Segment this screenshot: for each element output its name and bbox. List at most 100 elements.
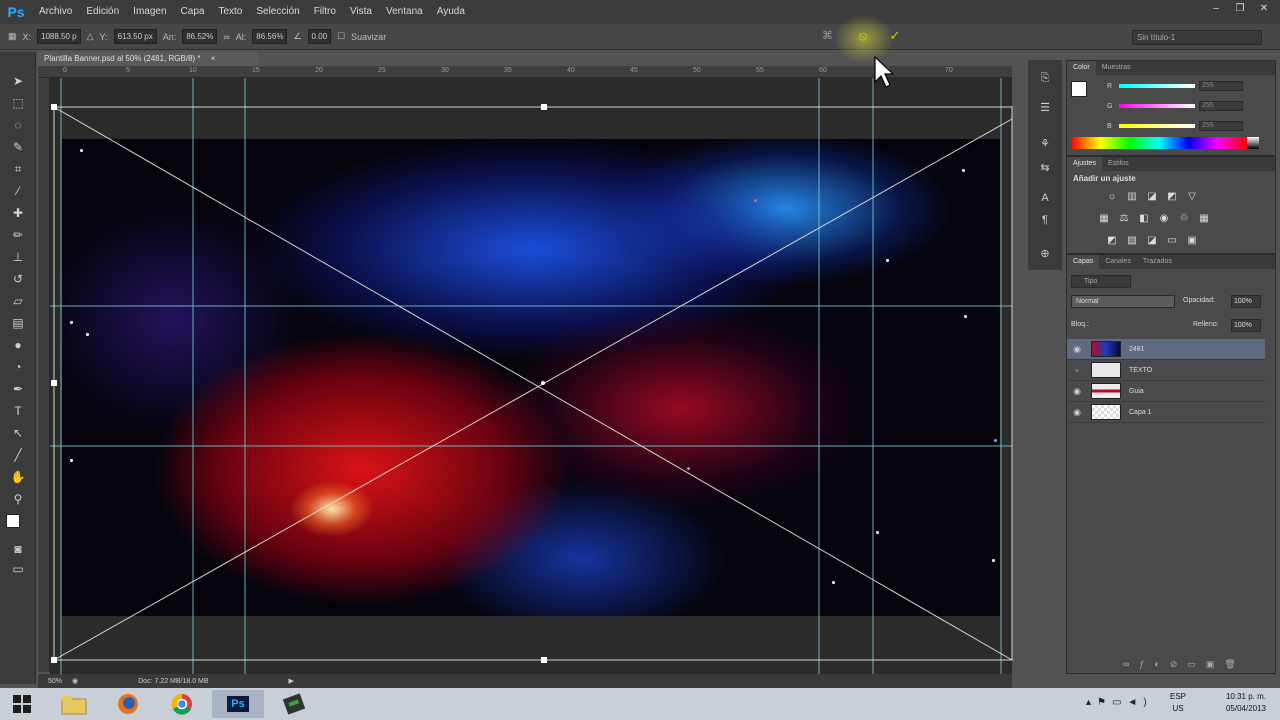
r-slider[interactable] [1119, 84, 1195, 88]
paragraph-icon[interactable]: ¶ [1037, 212, 1053, 228]
vertical-ruler[interactable] [38, 78, 50, 672]
exposure-icon[interactable]: ◩ [1165, 191, 1179, 203]
tab-swatches[interactable]: Muestras [1096, 61, 1137, 75]
tab-channels[interactable]: Canales [1099, 255, 1137, 269]
reference-point-icon[interactable]: ▦ [8, 31, 17, 42]
layer-row-capa-1[interactable]: ◉ Capa 1 [1067, 402, 1265, 423]
chrome-icon[interactable] [156, 690, 208, 718]
move-tool-icon[interactable]: ➤ [8, 72, 28, 90]
hand-tool-icon[interactable]: ✋ [8, 468, 28, 486]
visibility-eye-icon[interactable]: ◉ [1067, 344, 1087, 355]
tab-styles[interactable]: Estilos [1102, 157, 1135, 171]
info-icon[interactable]: ⊕ [1037, 246, 1053, 262]
posterize-icon[interactable]: ▨ [1125, 235, 1139, 247]
minimize-button[interactable]: – [1206, 2, 1226, 16]
layer-row-guia[interactable]: ◉ Guia [1067, 381, 1265, 402]
width-field[interactable]: 86.52% [182, 29, 218, 44]
tool-presets-icon[interactable]: ⇆ [1037, 160, 1053, 176]
foreground-color-swatch[interactable] [6, 514, 20, 528]
close-document-icon[interactable]: × [211, 54, 216, 63]
status-menu-arrow-icon[interactable]: ▶ [289, 677, 294, 685]
quick-select-tool-icon[interactable]: ✎ [8, 138, 28, 156]
layer-row-texto[interactable]: ▫ TEXTO [1067, 360, 1265, 381]
workspace-select[interactable]: Sin título-1 [1132, 30, 1262, 45]
lasso-tool-icon[interactable]: ◌ [8, 116, 28, 134]
menu-archivo[interactable]: Archivo [32, 0, 79, 24]
quick-mask-icon[interactable]: ◙ [8, 540, 28, 558]
zoom-level[interactable]: 50% [48, 678, 62, 685]
x-field[interactable]: 1088.50 p [37, 29, 81, 44]
brush-presets-icon[interactable]: ⚘ [1037, 136, 1053, 152]
b-slider[interactable] [1119, 124, 1195, 128]
tab-adjustments[interactable]: Ajustes [1067, 157, 1102, 171]
g-field[interactable]: 255 [1199, 101, 1243, 111]
channel-mixer-icon[interactable]: ♲ [1177, 213, 1191, 225]
fill-field[interactable]: 100% [1231, 319, 1261, 332]
shape-tool-icon[interactable]: ╱ [8, 446, 28, 464]
properties-icon[interactable]: ☰ [1037, 100, 1053, 116]
other-app-icon[interactable] [268, 690, 320, 718]
crop-tool-icon[interactable]: ⌗ [8, 160, 28, 178]
eraser-tool-icon[interactable]: ▱ [8, 292, 28, 310]
bw-ramp[interactable] [1247, 137, 1259, 149]
path-select-tool-icon[interactable]: ↖ [8, 424, 28, 442]
brush-tool-icon[interactable]: ✏ [8, 226, 28, 244]
menu-vista[interactable]: Vista [343, 0, 379, 24]
status-icon[interactable]: ◉ [72, 677, 78, 685]
file-explorer-icon[interactable] [48, 690, 100, 718]
close-window-button[interactable]: ✕ [1254, 2, 1274, 16]
stamp-tool-icon[interactable]: ⊥ [8, 248, 28, 266]
history-brush-tool-icon[interactable]: ↺ [8, 270, 28, 288]
character-icon[interactable]: A [1037, 190, 1053, 206]
menu-ayuda[interactable]: Ayuda [430, 0, 472, 24]
type-tool-icon[interactable]: T [8, 402, 28, 420]
vibrance-icon[interactable]: ▽ [1185, 191, 1199, 203]
visibility-eye-icon[interactable]: ◉ [1067, 386, 1087, 397]
threshold-icon[interactable]: ◪ [1145, 235, 1159, 247]
cancel-transform-button[interactable]: ⦸ [852, 28, 874, 46]
r-field[interactable]: 255 [1199, 81, 1243, 91]
link-icon[interactable]: △ [87, 31, 94, 42]
clock[interactable]: 10:31 p. m. 05/04/2013 [1226, 691, 1266, 715]
chain-icon[interactable]: ∞ [223, 32, 229, 42]
document-tab[interactable]: Plantilla Banner.psd al 50% (2481, RGB/8… [38, 52, 258, 66]
healing-tool-icon[interactable]: ✚ [8, 204, 28, 222]
levels-icon[interactable]: ▥ [1125, 191, 1139, 203]
doc-size[interactable]: Doc: 7.22 MB/18.0 MB [138, 678, 208, 685]
visibility-eye-icon[interactable]: ▫ [1067, 365, 1087, 375]
blur-tool-icon[interactable]: ● [8, 336, 28, 354]
angle-field[interactable]: 0.00 [307, 29, 332, 44]
gradient-map-icon[interactable]: ▭ [1165, 235, 1179, 247]
restore-button[interactable]: ❐ [1230, 2, 1250, 16]
b-field[interactable]: 255 [1199, 121, 1243, 131]
screen-mode-icon[interactable]: ▭ [8, 560, 28, 578]
panel-foreground-swatch[interactable] [1071, 81, 1087, 97]
g-slider[interactable] [1119, 104, 1195, 108]
commit-transform-button[interactable]: ✓ [884, 28, 906, 46]
hue-saturation-icon[interactable]: ▦ [1097, 213, 1111, 225]
layers-footer-icons[interactable]: ∞ƒ◐⊘▭▣🗑 [1123, 659, 1246, 670]
zoom-tool-icon[interactable]: ⚲ [8, 490, 28, 508]
brightness-icon[interactable]: ☼ [1105, 191, 1119, 203]
photo-filter-icon[interactable]: ◉ [1157, 213, 1171, 225]
tab-layers[interactable]: Capas [1067, 255, 1100, 269]
menu-ventana[interactable]: Ventana [379, 0, 430, 24]
color-lookup-icon[interactable]: ▦ [1197, 213, 1211, 225]
pen-tool-icon[interactable]: ✒ [8, 380, 28, 398]
color-balance-icon[interactable]: ⚖ [1117, 213, 1131, 225]
marquee-tool-icon[interactable]: ⬚ [8, 94, 28, 112]
horizontal-ruler[interactable]: 0 5 10 15 20 25 30 35 40 45 50 55 60 65 … [38, 66, 1012, 78]
dodge-tool-icon[interactable]: ◔ [8, 358, 28, 376]
firefox-icon[interactable] [102, 690, 154, 718]
smooth-checkbox[interactable]: ☐ [337, 31, 345, 42]
menu-filtro[interactable]: Filtro [307, 0, 343, 24]
tab-paths[interactable]: Trazados [1137, 255, 1178, 269]
gradient-tool-icon[interactable]: ▤ [8, 314, 28, 332]
history-icon[interactable]: ⎘ [1037, 70, 1053, 86]
menu-seleccion[interactable]: Selección [249, 0, 306, 24]
visibility-eye-icon[interactable]: ◉ [1067, 407, 1087, 418]
blend-mode-select[interactable]: Normal [1071, 295, 1175, 308]
black-white-icon[interactable]: ◧ [1137, 213, 1151, 225]
nebula-artwork[interactable] [62, 139, 1000, 616]
menu-capa[interactable]: Capa [174, 0, 212, 24]
